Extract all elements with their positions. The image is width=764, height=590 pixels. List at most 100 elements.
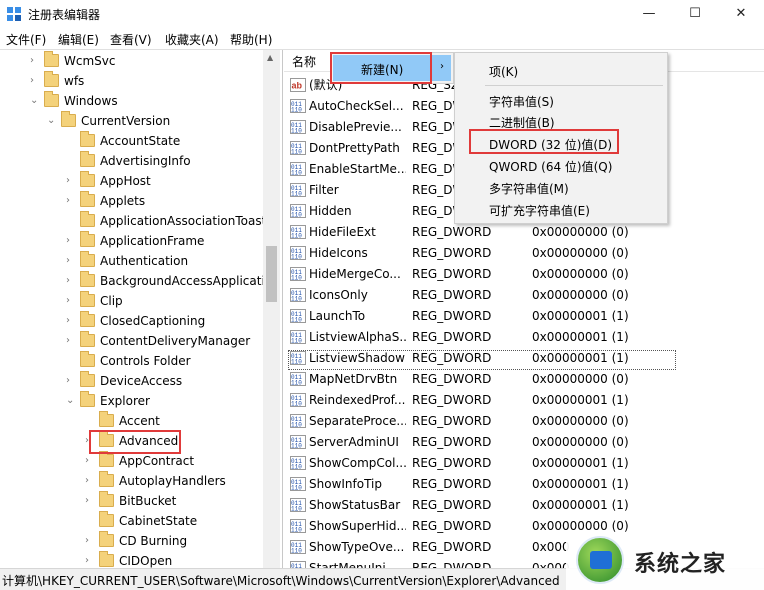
collapse-arrow-icon[interactable]: ⌄ xyxy=(30,91,40,111)
value-row[interactable]: 011 110 ListviewShadow REG_DWORD 0x00000001 … xyxy=(284,348,764,369)
menu-new-string-value[interactable]: 字符串值(S) xyxy=(489,93,554,110)
value-row[interactable]: 011 110 ListviewAlphaS... REG_DWORD 0x000000… xyxy=(284,327,764,348)
svg-text:110: 110 xyxy=(291,464,302,471)
value-row[interactable]: 011 110 SeparateProce... REG_DWORD 0x0000000… xyxy=(284,411,764,432)
binary-value-icon: 011110 xyxy=(290,183,306,197)
menu-new-multi-string-value[interactable]: 多字符串值(M) xyxy=(489,180,569,197)
tree-item-label: Clip xyxy=(100,294,123,308)
registry-editor-icon xyxy=(7,7,21,21)
tree-scrollbar[interactable]: ▲ xyxy=(263,50,280,568)
menu-view[interactable]: 查看(V) xyxy=(110,31,152,48)
folder-icon xyxy=(61,111,76,127)
scroll-up-icon[interactable]: ▲ xyxy=(267,53,273,62)
tree-item[interactable]: › WcmSvc xyxy=(30,51,263,71)
value-type: REG_DWORD xyxy=(412,540,492,554)
title-bar: 注册表编辑器 — ☐ ✕ xyxy=(0,0,764,28)
tree-item[interactable]: CabinetState xyxy=(85,511,263,531)
expand-arrow-icon[interactable]: › xyxy=(85,471,95,491)
tree-item[interactable]: › AutoplayHandlers xyxy=(85,471,263,491)
value-row[interactable]: 011 110 ServerAdminUI REG_DWORD 0x00000000 (… xyxy=(284,432,764,453)
tree-item[interactable]: › wfs xyxy=(30,71,263,91)
tree-item[interactable]: ⌄ Explorer xyxy=(66,391,263,411)
menu-help[interactable]: 帮助(H) xyxy=(230,31,272,48)
tree-item[interactable]: Controls Folder xyxy=(66,351,263,371)
value-row[interactable]: 011 110 HideIcons REG_DWORD 0x00000000 (0) xyxy=(284,243,764,264)
collapse-arrow-icon[interactable]: ⌄ xyxy=(66,391,76,411)
tree-item[interactable]: › Clip xyxy=(66,291,263,311)
tree-item[interactable]: › ClosedCaptioning xyxy=(66,311,263,331)
expand-arrow-icon[interactable]: › xyxy=(85,491,95,511)
expand-arrow-icon[interactable]: › xyxy=(85,551,95,568)
expand-arrow-icon[interactable]: › xyxy=(66,231,76,251)
folder-icon xyxy=(80,391,95,407)
tree-item[interactable]: › ApplicationFrame xyxy=(66,231,263,251)
menu-file[interactable]: 文件(F) xyxy=(6,31,46,48)
value-row[interactable]: 011 110 IconsOnly REG_DWORD 0x00000000 (0) xyxy=(284,285,764,306)
value-row[interactable]: 011 110 LaunchTo REG_DWORD 0x00000001 (1) xyxy=(284,306,764,327)
close-button[interactable]: ✕ xyxy=(718,0,764,28)
value-data: 0x00000000 (0) xyxy=(532,225,629,239)
menu-new-expandable-string-value[interactable]: 可扩充字符串值(E) xyxy=(489,202,590,219)
value-row[interactable]: 011 110 HideMergeCo... REG_DWORD 0x00000000 … xyxy=(284,264,764,285)
tree-item[interactable]: › Applets xyxy=(66,191,263,211)
value-data: 0x00000001 (1) xyxy=(532,330,629,344)
minimize-button[interactable]: — xyxy=(626,0,672,28)
expand-arrow-icon[interactable]: › xyxy=(30,51,40,71)
folder-icon xyxy=(80,291,95,307)
expand-arrow-icon[interactable]: › xyxy=(66,191,76,211)
tree-item[interactable]: › BitBucket xyxy=(85,491,263,511)
folder-icon xyxy=(44,51,59,67)
tree-item[interactable]: › DeviceAccess xyxy=(66,371,263,391)
expand-arrow-icon[interactable]: › xyxy=(66,311,76,331)
tree-scrollbar-thumb[interactable] xyxy=(266,246,277,302)
value-row[interactable]: 011 110 MapNetDrvBtn REG_DWORD 0x00000000 (0… xyxy=(284,369,764,390)
tree-item[interactable]: › Authentication xyxy=(66,251,263,271)
value-row[interactable]: 011 110 ShowInfoTip REG_DWORD 0x00000001 (1) xyxy=(284,474,764,495)
collapse-arrow-icon[interactable]: ⌄ xyxy=(47,111,57,131)
menu-new-key[interactable]: 项(K) xyxy=(489,63,518,80)
column-name-header[interactable]: 名称 xyxy=(292,53,316,70)
folder-icon xyxy=(80,331,95,347)
expand-arrow-icon[interactable]: › xyxy=(85,451,95,471)
expand-arrow-icon[interactable]: › xyxy=(66,171,76,191)
folder-icon xyxy=(99,411,114,427)
value-row[interactable]: 011 110 HideFileExt REG_DWORD 0x00000000 (0) xyxy=(284,222,764,243)
menu-bar: 文件(F) 编辑(E) 查看(V) 收藏夹(A) 帮助(H) xyxy=(0,28,764,50)
tree-item[interactable]: › CD Burning xyxy=(85,531,263,551)
expand-arrow-icon[interactable]: › xyxy=(30,71,40,91)
expand-arrow-icon[interactable]: › xyxy=(66,251,76,271)
tree-item[interactable]: › ContentDeliveryManager xyxy=(66,331,263,351)
expand-arrow-icon[interactable]: › xyxy=(66,371,76,391)
value-name: IconsOnly xyxy=(309,288,368,302)
expand-arrow-icon[interactable]: › xyxy=(66,291,76,311)
tree-item[interactable]: AdvertisingInfo xyxy=(66,151,263,171)
expand-arrow-icon[interactable]: › xyxy=(66,271,76,291)
tree-item-label: Authentication xyxy=(100,254,189,268)
value-name: ListviewShadow xyxy=(309,351,405,365)
tree-item[interactable]: ⌄ Windows xyxy=(30,91,263,111)
value-row[interactable]: 011 110 ShowStatusBar REG_DWORD 0x00000001 (… xyxy=(284,495,764,516)
tree-item[interactable]: AccountState xyxy=(66,131,263,151)
maximize-button[interactable]: ☐ xyxy=(672,0,718,28)
tree-item[interactable]: ⌄ CurrentVersion xyxy=(47,111,263,131)
menu-new-qword-value[interactable]: QWORD (64 位)值(Q) xyxy=(489,158,612,175)
value-row[interactable]: 011 110 ShowCompCol... REG_DWORD 0x00000001 … xyxy=(284,453,764,474)
tree-item-label: ContentDeliveryManager xyxy=(100,334,251,348)
tree-item[interactable]: › AppHost xyxy=(66,171,263,191)
menu-edit[interactable]: 编辑(E) xyxy=(58,31,99,48)
registry-tree[interactable]: › WcmSvc › wfs ⌄ Windows ⌄ CurrentVersion Accoun… xyxy=(0,50,283,568)
tree-item[interactable]: › BackgroundAccessApplicati xyxy=(66,271,265,291)
menu-favorites[interactable]: 收藏夹(A) xyxy=(165,31,219,48)
binary-value-icon: 011110 xyxy=(290,498,306,512)
value-name: ShowInfoTip xyxy=(309,477,383,491)
expand-arrow-icon[interactable]: › xyxy=(66,331,76,351)
tree-item[interactable]: Accent xyxy=(85,411,263,431)
value-name: ServerAdminUI xyxy=(309,435,399,449)
value-row[interactable]: 011 110 ReindexedProf... REG_DWORD 0x0000000… xyxy=(284,390,764,411)
tree-item[interactable]: ApplicationAssociationToast xyxy=(66,211,266,231)
value-type: REG_DWORD xyxy=(412,288,492,302)
tree-item[interactable]: › AppContract xyxy=(85,451,263,471)
value-type: REG_DWORD xyxy=(412,246,492,260)
tree-item[interactable]: › CIDOpen xyxy=(85,551,263,568)
expand-arrow-icon[interactable]: › xyxy=(85,531,95,551)
